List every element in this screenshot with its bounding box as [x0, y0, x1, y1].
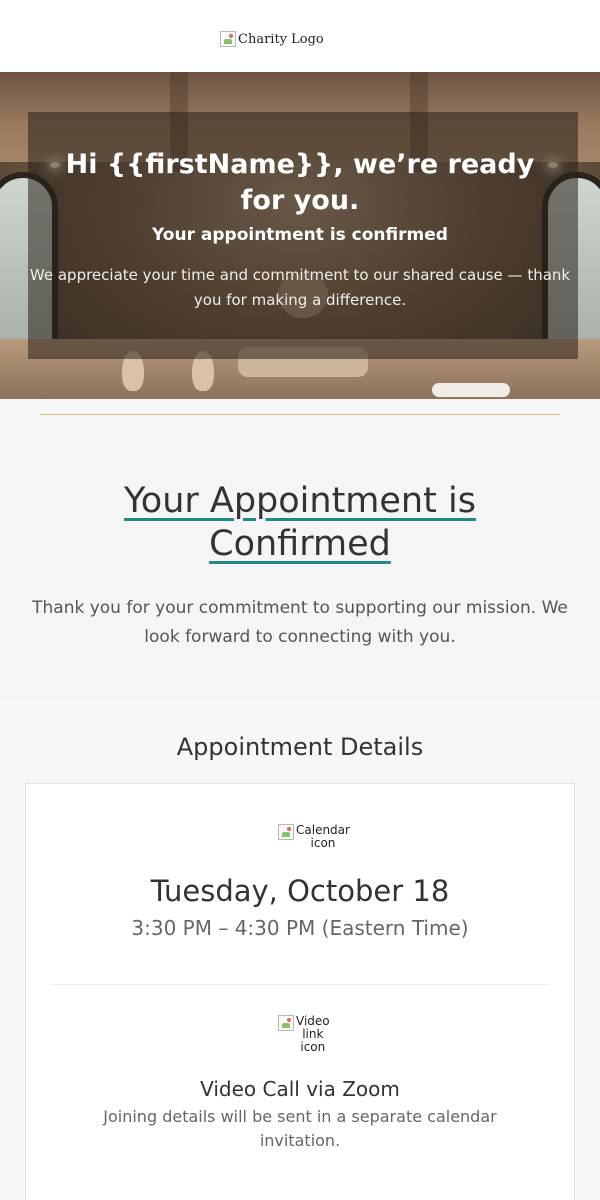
video-block: Video link icon Video Call via Zoom Join… [26, 985, 574, 1153]
hero-message: We appreciate your time and commitment t… [29, 266, 571, 309]
calendar-icon-alt: Calendar icon [296, 823, 350, 850]
charity-logo[interactable]: Charity Logo [220, 31, 324, 47]
email-header: Charity Logo [0, 0, 600, 72]
appointment-card: Calendar icon Tuesday, October 18 3:30 P… [25, 783, 575, 1200]
appointment-details-section: Appointment Details Calendar icon Tuesda… [0, 701, 600, 1200]
confirmation-section: Your Appointment is Confirmed Thank you … [0, 415, 600, 701]
hero-text: Hi {{firstName}}, we’re ready for you. Y… [30, 147, 570, 313]
broken-image-icon [278, 1015, 294, 1031]
broken-image-icon [220, 31, 236, 47]
calendar-icon: Calendar icon [278, 824, 350, 864]
video-link-icon: Video link icon [278, 1015, 330, 1067]
hero-banner: Hi {{firstName}}, we’re ready for you. Y… [0, 72, 600, 399]
hero-subheading: Your appointment is confirmed [152, 225, 448, 245]
confirmation-title-text: Your Appointment is Confirmed [124, 481, 476, 564]
video-icon-alt: Video link icon [296, 1014, 330, 1054]
details-title: Appointment Details [176, 733, 424, 761]
video-call-title: Video Call via Zoom [200, 1077, 400, 1101]
confirmation-title: Your Appointment is Confirmed [120, 480, 480, 566]
logo-alt-text: Charity Logo [238, 31, 324, 47]
broken-image-icon [278, 824, 294, 840]
video-call-description: Joining details will be sent in a separa… [103, 1107, 497, 1150]
appointment-date: Tuesday, October 18 [150, 874, 450, 908]
confirmation-body: Thank you for your commitment to support… [32, 598, 568, 647]
appointment-time: 3:30 PM – 4:30 PM (Eastern Time) [131, 916, 469, 940]
date-block: Calendar icon Tuesday, October 18 3:30 P… [26, 784, 574, 941]
towel-icon [432, 383, 510, 397]
hero-greeting: Hi {{firstName}}, we’re ready for you. [65, 149, 535, 216]
